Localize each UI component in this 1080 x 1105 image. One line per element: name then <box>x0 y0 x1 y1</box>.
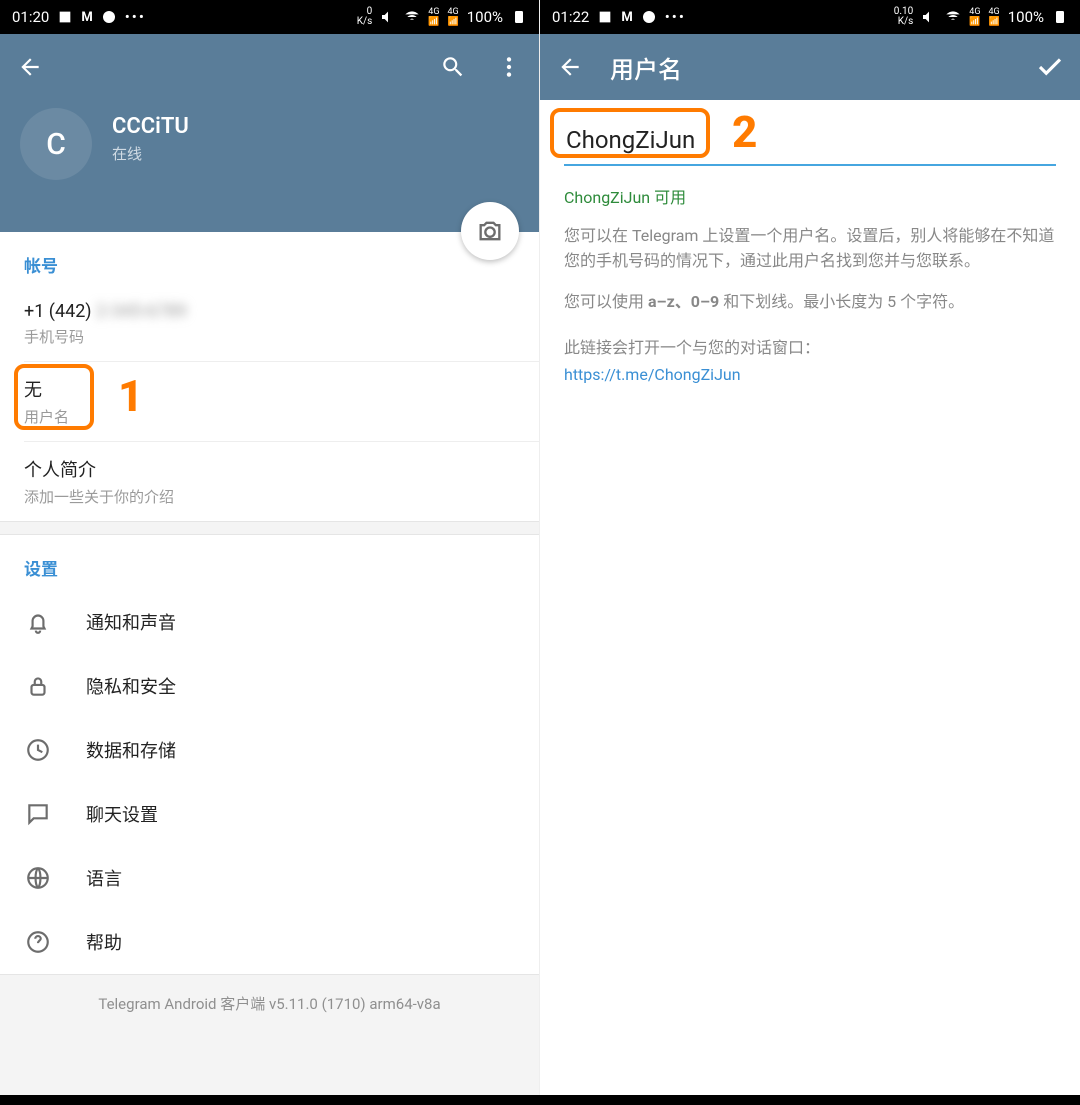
signal-4g-icon-2: 4G📶 <box>989 7 1000 27</box>
bio-label: 添加一些关于你的介绍 <box>24 486 515 507</box>
chat-bubble-icon <box>24 800 52 828</box>
settings-privacy[interactable]: 隐私和安全 <box>0 654 539 718</box>
phone-number-item[interactable]: +1 (442) 2-345-6789 手机号码 <box>0 287 539 361</box>
image-icon <box>57 9 73 25</box>
username-value: 无 <box>24 376 515 402</box>
chat-icon <box>101 9 117 25</box>
mute-icon <box>921 9 937 25</box>
status-bar: 01:22 M ••• 0.10 K/s 4G📶 4G📶 100% <box>540 0 1080 34</box>
section-settings: 设置 <box>0 535 539 590</box>
profile-status: 在线 <box>112 143 189 164</box>
username-link[interactable]: https://t.me/ChongZiJun <box>564 365 1056 384</box>
mute-icon <box>380 9 396 25</box>
signal-4g-icon-2: 4G📶 <box>448 7 459 27</box>
username-help-1: 您可以在 Telegram 上设置一个用户名。设置后，别人将能够在不知道您的手机… <box>564 224 1056 274</box>
wifi-icon <box>404 9 420 25</box>
username-input[interactable] <box>564 122 1056 166</box>
settings-chat[interactable]: 聊天设置 <box>0 782 539 846</box>
avatar[interactable]: C <box>20 108 92 180</box>
screen-username-edit: 01:22 M ••• 0.10 K/s 4G📶 4G📶 100% 用户名 <box>540 0 1080 1095</box>
profile-header: C CCCiTU 在线 <box>0 100 539 232</box>
settings-data[interactable]: 数据和存储 <box>0 718 539 782</box>
signal-4g-icon: 4G📶 <box>969 7 980 27</box>
username-help-2: 您可以使用 a–z、0–9 和下划线。最小长度为 5 个字符。 <box>564 290 1056 315</box>
overflow-menu-button[interactable] <box>493 51 525 83</box>
more-icon: ••• <box>125 8 146 26</box>
status-time: 01:22 <box>552 8 589 26</box>
clock-icon <box>24 736 52 764</box>
username-item[interactable]: 无 用户名 1 <box>0 362 539 441</box>
settings-language[interactable]: 语言 <box>0 846 539 910</box>
camera-fab[interactable] <box>461 202 519 260</box>
lock-icon <box>24 672 52 700</box>
username-card: 2 ChongZiJun 可用 您可以在 Telegram 上设置一个用户名。设… <box>540 100 1080 384</box>
bell-icon <box>24 608 52 636</box>
status-time: 01:20 <box>12 8 49 26</box>
help-icon <box>24 928 52 956</box>
bio-item[interactable]: 个人简介 添加一些关于你的介绍 <box>0 442 539 521</box>
profile-name: CCCiTU <box>112 114 189 139</box>
username-label: 用户名 <box>24 406 515 427</box>
bio-value: 个人简介 <box>24 456 515 482</box>
username-link-intro: 此链接会打开一个与您的对话窗口： <box>564 336 1056 361</box>
back-button[interactable] <box>14 51 46 83</box>
username-available: ChongZiJun 可用 <box>564 184 1056 208</box>
page-title: 用户名 <box>610 50 1010 85</box>
status-bar: 01:20 M ••• 0 K/s 4G📶 4G📶 100% <box>0 0 539 34</box>
mail-icon: M <box>621 10 632 25</box>
image-icon <box>597 9 613 25</box>
chat-icon <box>641 9 657 25</box>
version-footer: Telegram Android 客户端 v5.11.0 (1710) arm6… <box>0 974 539 1050</box>
settings-help[interactable]: 帮助 <box>0 910 539 974</box>
section-account: 帐号 <box>0 232 539 287</box>
phone-number-value: +1 (442) 2-345-6789 <box>24 301 515 322</box>
wifi-icon <box>945 9 961 25</box>
net-speed: 0 K/s <box>357 7 373 27</box>
phone-number-label: 手机号码 <box>24 326 515 347</box>
confirm-button[interactable] <box>1034 51 1066 83</box>
settings-notifications[interactable]: 通知和声音 <box>0 590 539 654</box>
signal-4g-icon: 4G📶 <box>428 7 439 27</box>
app-bar: 用户名 <box>540 34 1080 100</box>
back-button[interactable] <box>554 51 586 83</box>
battery-icon <box>1052 9 1068 25</box>
more-icon: ••• <box>665 8 686 26</box>
globe-icon <box>24 864 52 892</box>
mail-icon: M <box>81 10 92 25</box>
nav-bar <box>0 1095 1080 1105</box>
screen-settings: 01:20 M ••• 0 K/s 4G📶 4G📶 100% <box>0 0 540 1095</box>
battery-text: 100% <box>467 8 503 26</box>
net-speed: 0.10 K/s <box>894 7 914 27</box>
app-bar: C CCCiTU 在线 <box>0 34 539 232</box>
battery-text: 100% <box>1008 8 1044 26</box>
search-button[interactable] <box>437 51 469 83</box>
battery-icon <box>511 9 527 25</box>
